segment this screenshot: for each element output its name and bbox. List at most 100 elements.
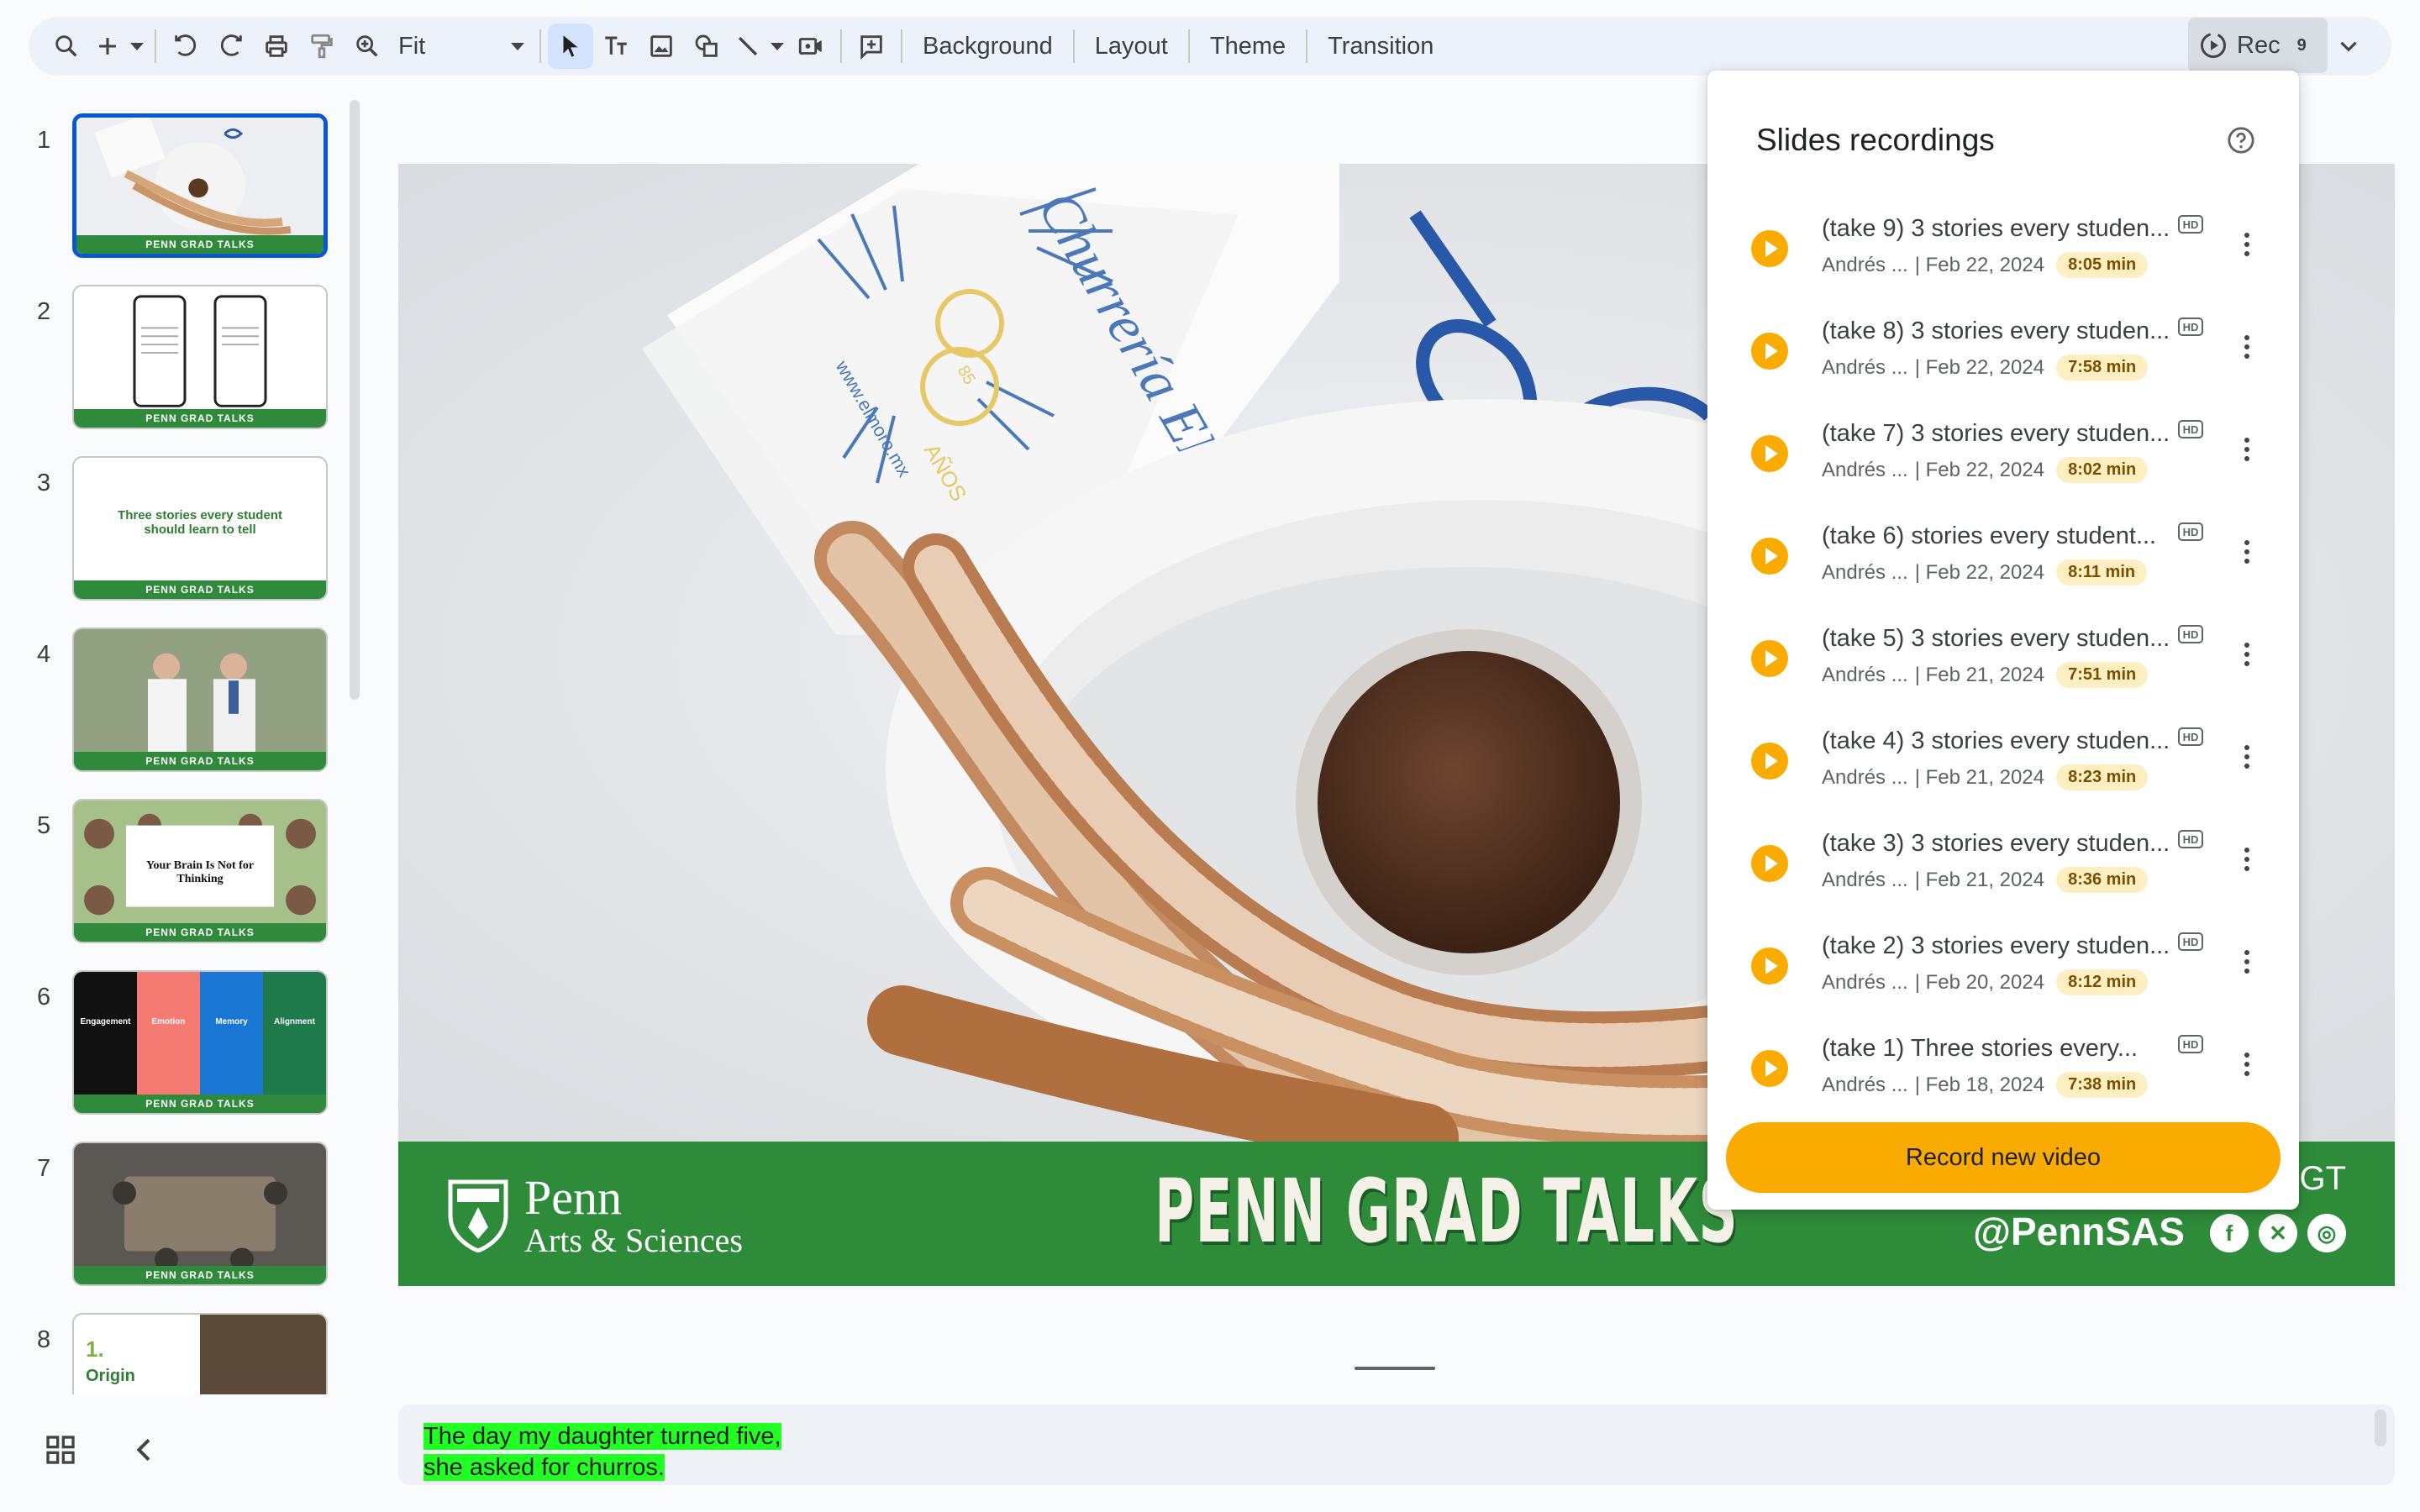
more-options-icon[interactable]: [2242, 331, 2252, 368]
recording-item[interactable]: (take 7) 3 stories every studen... HD An…: [1707, 402, 2299, 504]
recording-item[interactable]: (take 1) Three stories every... HD André…: [1707, 1016, 2299, 1119]
notes-scrollbar[interactable]: [2375, 1410, 2386, 1446]
recording-item[interactable]: (take 2) 3 stories every studen... HD An…: [1707, 914, 2299, 1016]
filmstrip: 1 PENN GRAD TALKS 2 PENN GRAD TALKS 3 Th…: [0, 97, 361, 1394]
slide-thumbnail[interactable]: Three stories every student should learn…: [72, 456, 328, 601]
insert-video-button[interactable]: [788, 24, 834, 69]
recording-item[interactable]: (take 6) stories every student... HD And…: [1707, 504, 2299, 606]
recording-author: Andrés ...: [1822, 1073, 1908, 1096]
play-icon[interactable]: [1751, 845, 1788, 882]
more-options-icon[interactable]: [2242, 843, 2252, 880]
slide-thumbnail[interactable]: PENN GRAD TALKS: [72, 113, 328, 258]
filmstrip-item-8[interactable]: 8 1. Origin: [0, 1305, 353, 1394]
transition-button[interactable]: Transition: [1314, 24, 1447, 69]
zoom-select[interactable]: Fit: [390, 33, 533, 60]
recording-item[interactable]: (take 5) 3 stories every studen... HD An…: [1707, 606, 2299, 709]
thumbnail-footer: PENN GRAD TALKS: [74, 923, 326, 942]
shape-button[interactable]: [684, 24, 729, 69]
line-button[interactable]: [729, 24, 766, 69]
select-tool-button[interactable]: [548, 24, 593, 69]
recording-date: | Feb 20, 2024: [1914, 970, 2045, 994]
undo-button[interactable]: [163, 24, 208, 69]
recording-date: | Feb 22, 2024: [1914, 458, 2045, 481]
duration-badge: 8:23 min: [2056, 764, 2149, 790]
toolbar-divider: [1306, 29, 1308, 63]
duration-badge: 8:36 min: [2056, 867, 2149, 893]
redo-button[interactable]: [208, 24, 254, 69]
social-icons: f ✕ ◎: [2210, 1214, 2346, 1252]
more-options-icon[interactable]: [2242, 741, 2252, 778]
play-icon[interactable]: [1751, 640, 1788, 677]
slide-thumbnail[interactable]: PENN GRAD TALKS: [72, 1142, 328, 1286]
play-icon[interactable]: [1751, 333, 1788, 370]
more-options-icon[interactable]: [2242, 228, 2252, 265]
chevron-left-icon[interactable]: [128, 1433, 161, 1467]
record-new-video-button[interactable]: Record new video: [1726, 1122, 2281, 1193]
slide-number: 4: [37, 641, 51, 668]
filmstrip-item-7[interactable]: 7 PENN GRAD TALKS: [0, 1133, 353, 1286]
play-icon[interactable]: [1751, 948, 1788, 984]
play-icon[interactable]: [1751, 1050, 1788, 1087]
theme-button[interactable]: Theme: [1197, 24, 1299, 69]
recording-item[interactable]: (take 4) 3 stories every studen... HD An…: [1707, 709, 2299, 811]
print-button[interactable]: [254, 24, 299, 69]
more-options-icon[interactable]: [2242, 536, 2252, 573]
more-options-icon[interactable]: [2242, 638, 2252, 675]
slide-thumbnail[interactable]: 1. Origin: [72, 1313, 328, 1394]
hd-badge: HD: [2178, 215, 2203, 234]
play-icon[interactable]: [1751, 230, 1788, 267]
facebook-icon: f: [2210, 1214, 2249, 1252]
filmstrip-item-4[interactable]: 4 PENN GRAD TALKS: [0, 619, 353, 772]
add-comment-button[interactable]: [849, 24, 894, 69]
text-box-button[interactable]: [593, 24, 639, 69]
filmstrip-item-5[interactable]: 5 Your Brain Is Not for Thinking PENN GR…: [0, 790, 353, 943]
slide-number: 1: [37, 127, 51, 154]
insert-image-button[interactable]: [639, 24, 684, 69]
paint-format-button[interactable]: [299, 24, 345, 69]
notes-resize-handle[interactable]: [1355, 1367, 1435, 1370]
slide-thumbnail[interactable]: PENN GRAD TALKS: [72, 285, 328, 429]
toolbar-divider: [840, 29, 842, 63]
play-icon[interactable]: [1751, 538, 1788, 575]
new-slide-button[interactable]: [89, 24, 126, 69]
more-options-icon[interactable]: [2242, 433, 2252, 470]
speaker-notes[interactable]: The day my daughter turned five, she ask…: [398, 1404, 2395, 1485]
slide-thumbnail[interactable]: Your Brain Is Not for Thinking PENN GRAD…: [72, 799, 328, 943]
more-options-icon[interactable]: [2242, 1048, 2252, 1085]
search-menus-button[interactable]: [44, 24, 89, 69]
thumbnail-title: Three stories every student should learn…: [118, 508, 282, 537]
hd-badge: HD: [2178, 420, 2203, 438]
penn-logo: Penn Arts & Sciences: [447, 1173, 743, 1257]
recording-item[interactable]: (take 3) 3 stories every studen... HD An…: [1707, 811, 2299, 914]
filmstrip-item-1[interactable]: 1 PENN GRAD TALKS: [0, 105, 353, 258]
slide-number: 5: [37, 812, 51, 839]
grid-view-icon[interactable]: [44, 1433, 77, 1467]
slide-thumbnail[interactable]: Engagement Emotion Memory Alignment PENN…: [72, 970, 328, 1115]
hd-badge: HD: [2178, 522, 2203, 541]
slide-thumbnail[interactable]: PENN GRAD TALKS: [72, 627, 328, 772]
filmstrip-item-3[interactable]: 3 Three stories every student should lea…: [0, 448, 353, 601]
footer-gt-text: GT: [2299, 1160, 2346, 1197]
recording-item[interactable]: (take 9) 3 stories every studen... HD An…: [1707, 197, 2299, 299]
hd-badge: HD: [2178, 1035, 2203, 1053]
zoom-button[interactable]: [345, 24, 390, 69]
new-slide-dropdown[interactable]: [126, 24, 148, 69]
rec-button[interactable]: Rec 9: [2188, 18, 2328, 73]
background-button[interactable]: Background: [909, 24, 1066, 69]
chevron-down-icon: [130, 42, 144, 50]
more-options-icon[interactable]: [2242, 946, 2252, 983]
filmstrip-item-6[interactable]: 6 Engagement Emotion Memory Alignment PE…: [0, 962, 353, 1115]
notes-text[interactable]: The day my daughter turned five, she ask…: [424, 1421, 781, 1483]
help-icon[interactable]: [2227, 126, 2255, 155]
collapse-toolbar-button[interactable]: [2326, 24, 2371, 69]
recording-author: Andrés ...: [1822, 663, 1908, 686]
line-dropdown[interactable]: [766, 24, 788, 69]
x-icon: ✕: [2259, 1214, 2297, 1252]
slide-number: 3: [37, 470, 51, 496]
recording-author: Andrés ...: [1822, 355, 1908, 379]
layout-button[interactable]: Layout: [1081, 24, 1181, 69]
play-icon[interactable]: [1751, 435, 1788, 472]
play-icon[interactable]: [1751, 743, 1788, 780]
filmstrip-item-2[interactable]: 2 PENN GRAD TALKS: [0, 276, 353, 429]
recording-item[interactable]: (take 8) 3 stories every studen... HD An…: [1707, 299, 2299, 402]
